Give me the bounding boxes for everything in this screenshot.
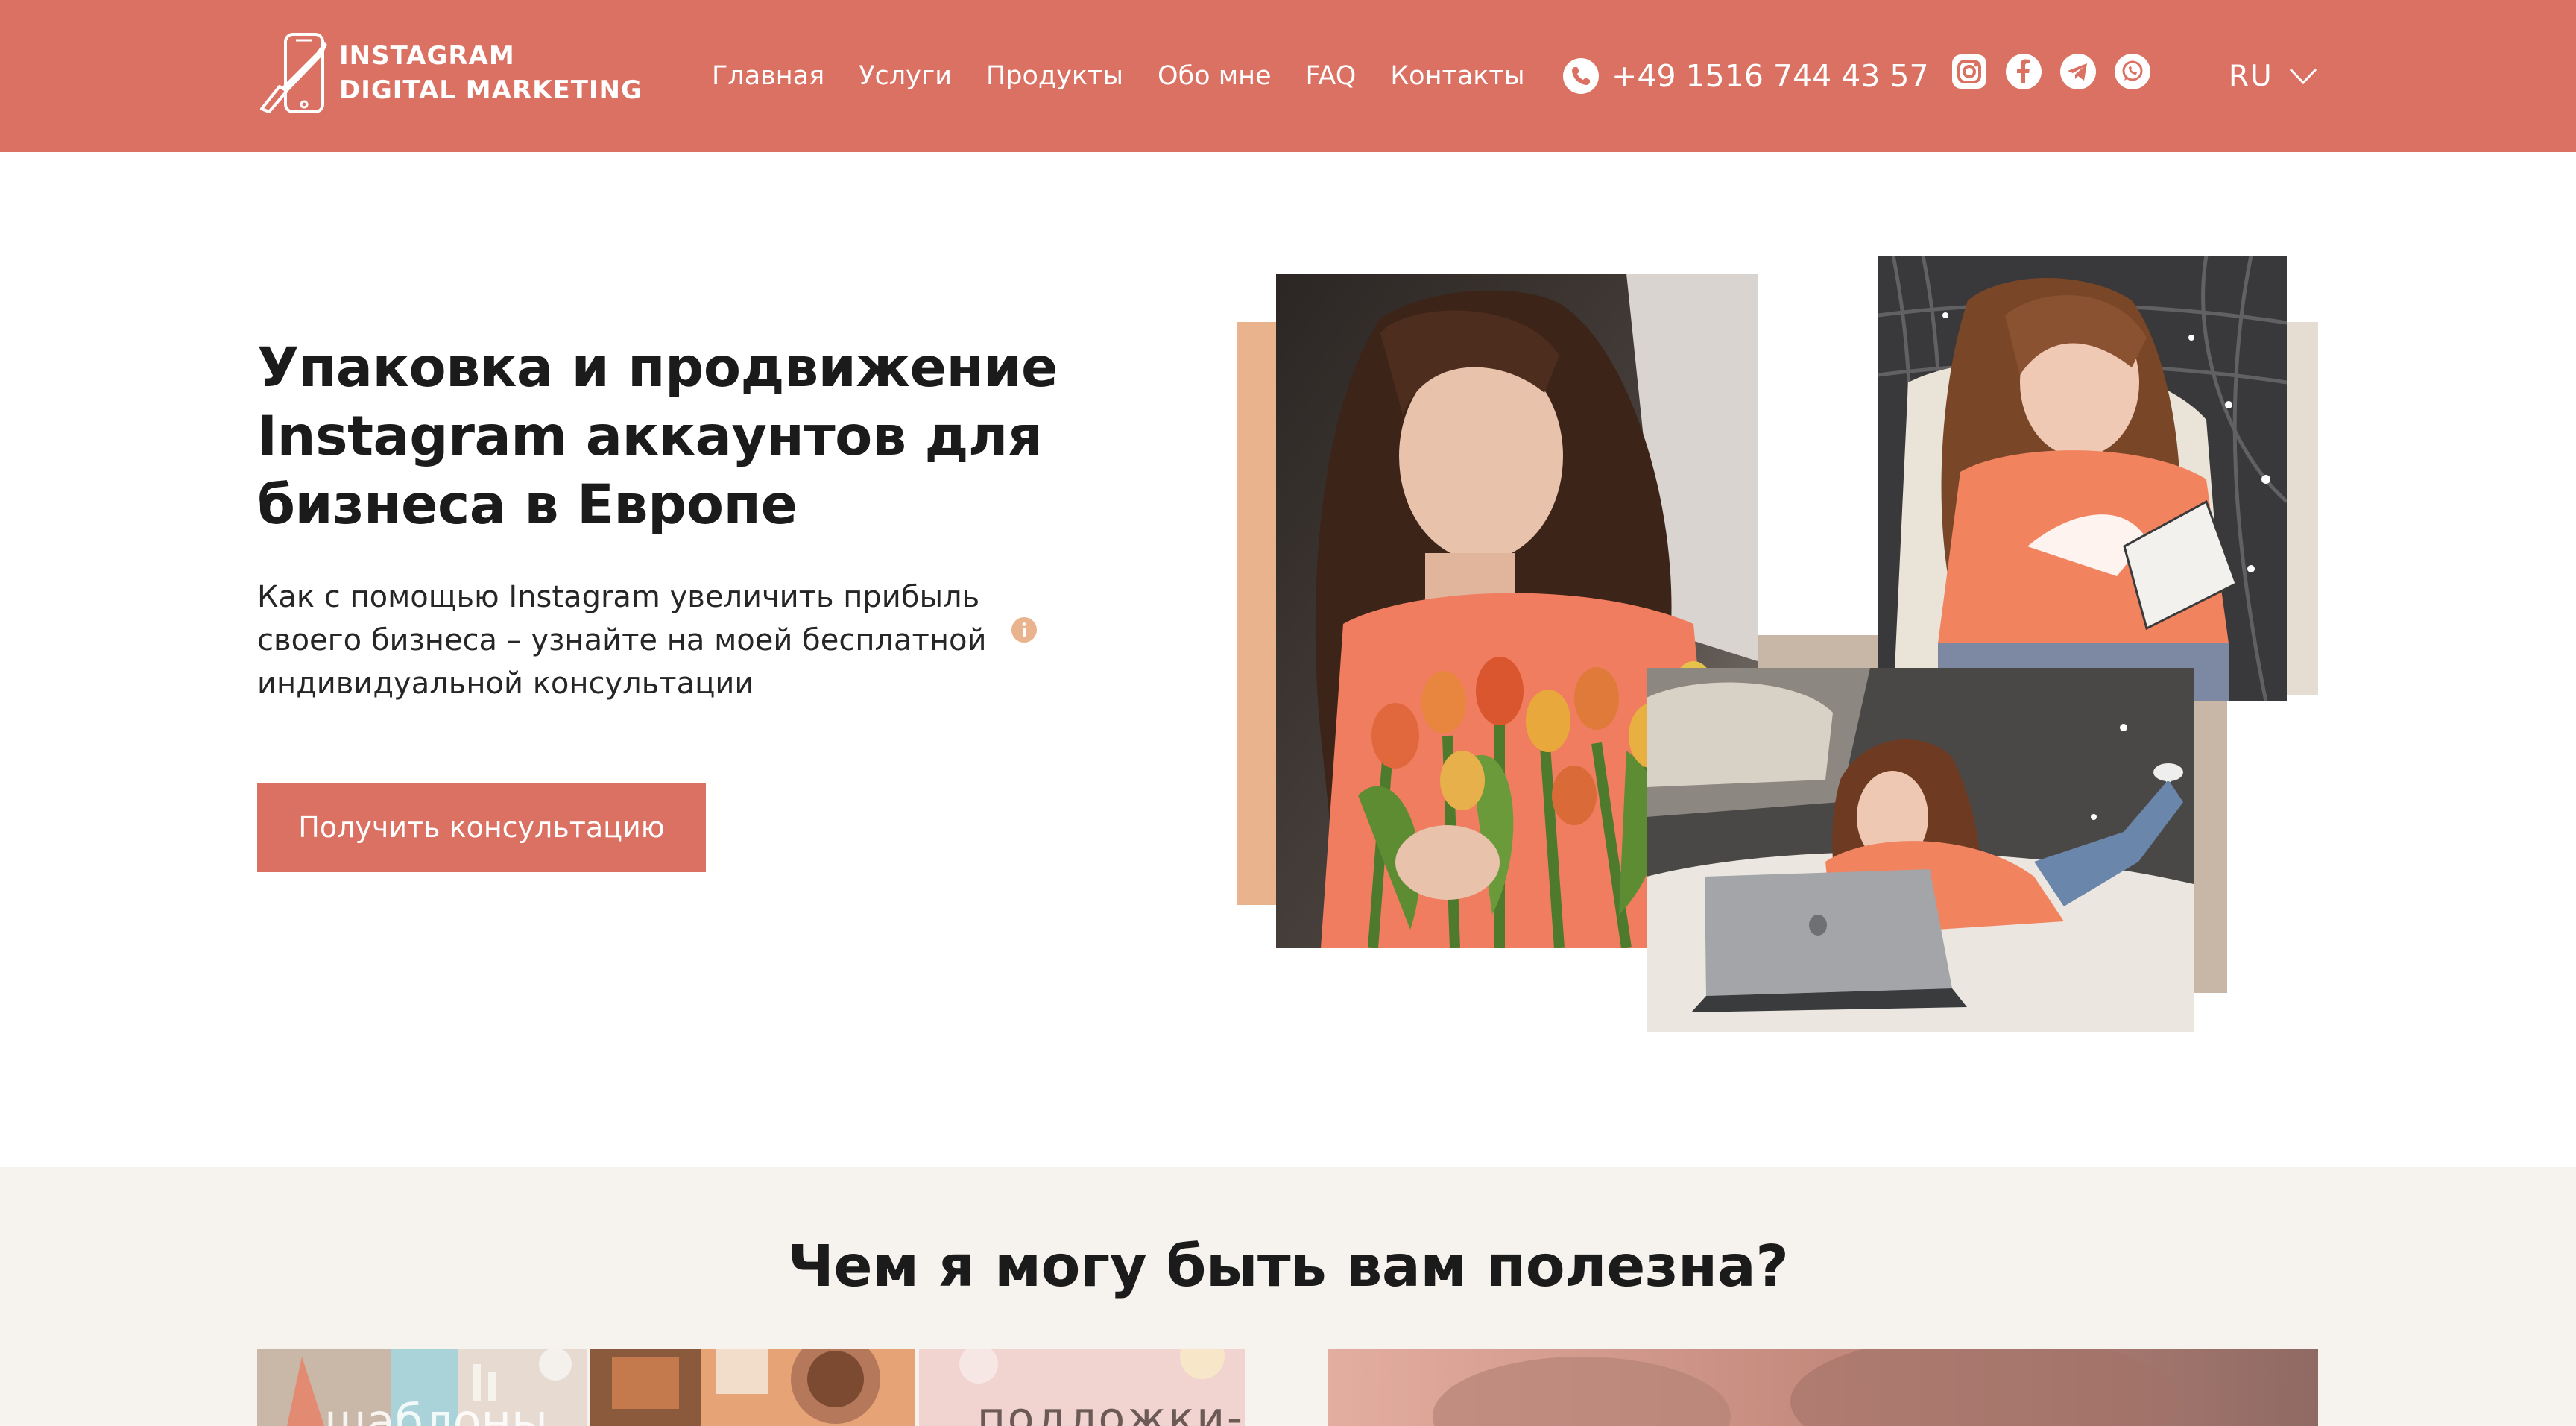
phone-link[interactable]: +49 1516 744 43 57 [1562,54,1929,98]
hero-subtitle: Как с помощью Instagram увеличить прибыл… [257,575,1077,705]
tile-label: шаблоны [324,1394,549,1426]
service-tile-photos[interactable] [590,1349,915,1426]
phone-brush-logo-icon [260,33,327,113]
nav-item-products[interactable]: Продукты [986,61,1123,91]
language-selector[interactable]: RU [2229,55,2318,97]
get-consultation-button[interactable]: Получить консультацию [257,783,706,872]
tile-image [590,1349,915,1426]
logo-text: INSTAGRAM DIGITAL MARKETING [339,39,643,107]
section-title: Чем я могу быть вам полезна? [787,1234,1789,1300]
service-tile-backgrounds[interactable]: подложки- [919,1349,1245,1426]
photo-woman-in-hanging-chair [1878,256,2287,701]
whatsapp-icon[interactable] [2114,53,2151,90]
tile-label: подложки- [977,1392,1245,1426]
tile-image [1328,1349,2318,1426]
instagram-icon[interactable] [1951,53,1988,90]
site-header: INSTAGRAM DIGITAL MARKETING Главная Услу… [0,0,2576,152]
nav-item-about[interactable]: Обо мне [1158,61,1272,91]
services-section: Чем я могу быть вам полезна? шаблоны под… [0,1167,2576,1426]
service-tile-templates[interactable]: шаблоны [257,1349,587,1426]
chevron-down-icon [2289,68,2317,85]
main-nav: Главная Услуги Продукты Обо мне FAQ Конт… [712,57,1524,95]
language-current: RU [2229,59,2273,93]
nav-item-faq[interactable]: FAQ [1306,61,1357,91]
logo-line-2: DIGITAL MARKETING [339,75,643,105]
hero-subtitle-text: Как с помощью Instagram увеличить прибыл… [257,580,987,701]
logo-line-1: INSTAGRAM [339,41,515,71]
phone-icon [1563,58,1599,94]
phone-number: +49 1516 744 43 57 [1611,58,1929,94]
nav-item-home[interactable]: Главная [712,61,824,91]
hero-title: Упаковка и продвижение Instagram аккаунт… [257,336,1058,537]
telegram-icon[interactable] [2059,53,2097,90]
info-icon[interactable] [1011,617,1037,643]
beige-backdrop-block [2285,322,2318,695]
nav-item-contacts[interactable]: Контакты [1390,61,1524,91]
photo-woman-with-laptop [1647,668,2194,1032]
nav-item-services[interactable]: Услуги [859,61,952,91]
facebook-icon[interactable] [2005,53,2042,90]
logo[interactable]: INSTAGRAM DIGITAL MARKETING [257,31,642,115]
service-tile-photo-large[interactable] [1328,1349,2318,1426]
